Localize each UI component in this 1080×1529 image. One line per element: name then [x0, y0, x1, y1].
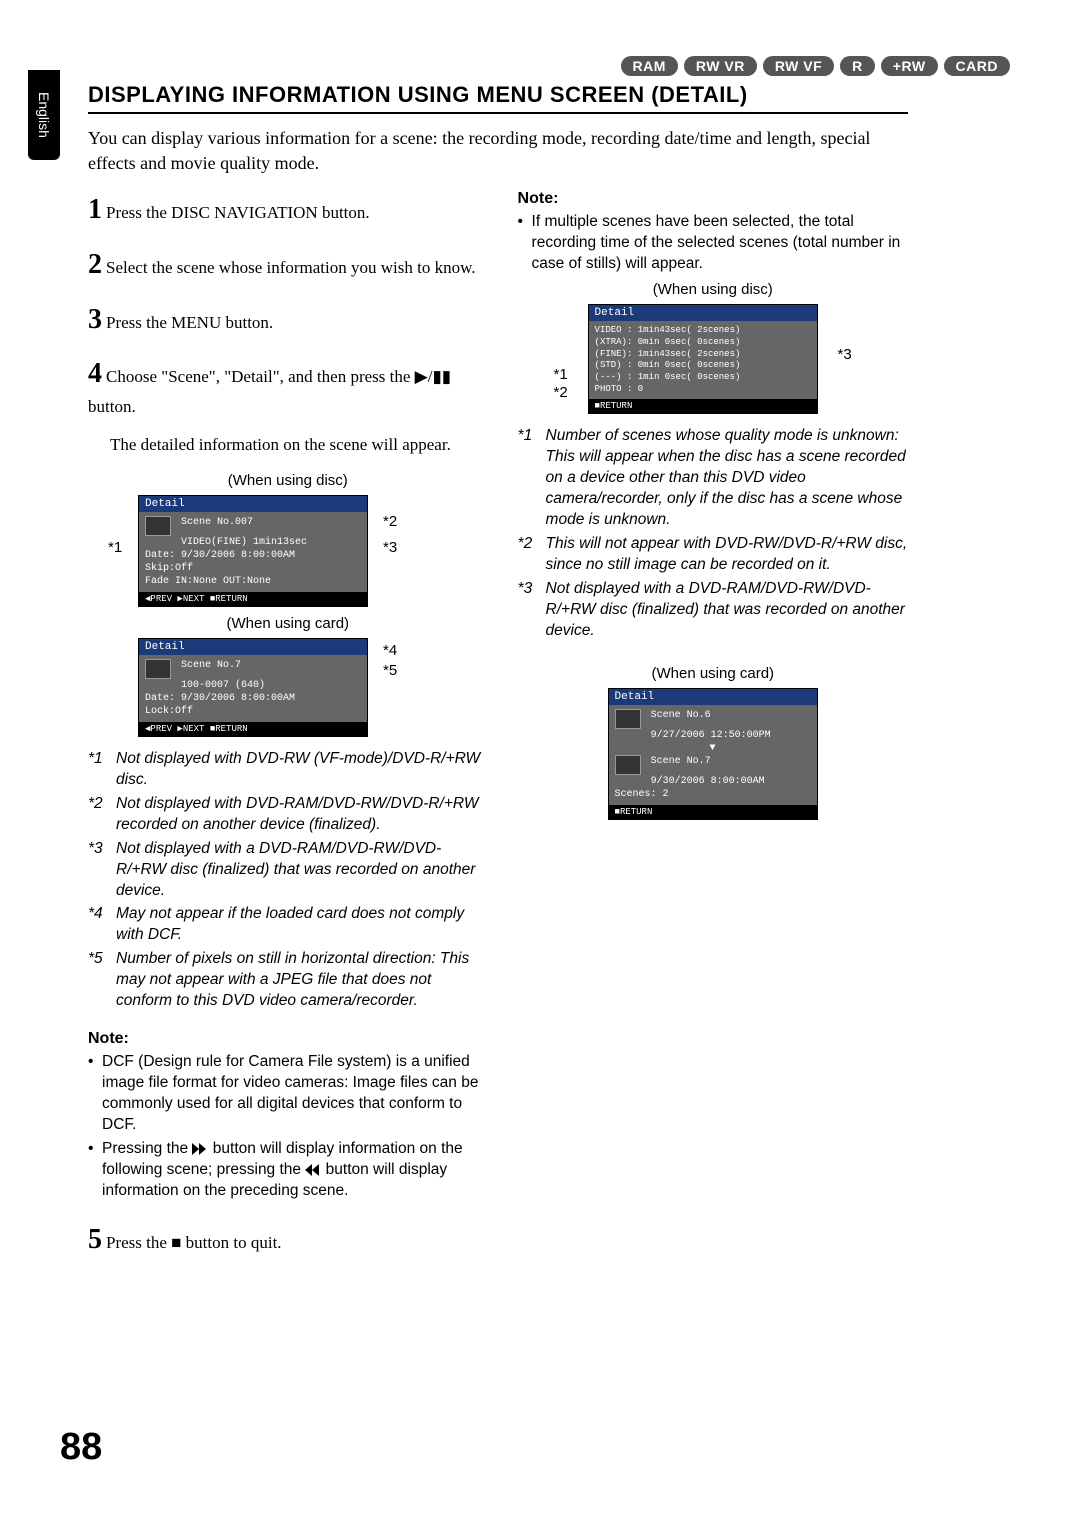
step-1: 1Press the DISC NAVIGATION button. — [88, 190, 488, 231]
panel-line: Scene No.6 — [651, 710, 711, 721]
note-dcf: •DCF (Design rule for Camera File system… — [88, 1052, 488, 1136]
note-r3: *3Not displayed with a DVD-RAM/DVD-RW/DV… — [518, 579, 908, 642]
step-4b: The detailed information on the scene wi… — [88, 433, 488, 458]
panel-line: Fade IN:None OUT:None — [145, 576, 271, 587]
panel-line: (FINE): 1min43sec( 2scenes) — [595, 349, 741, 359]
step-4: 4Choose "Scene", "Detail", and then pres… — [88, 354, 488, 419]
panel-line: Scene No.007 — [181, 517, 253, 528]
annot-r2: *2 — [554, 384, 568, 401]
note-left-5: *5Number of pixels on still in horizonta… — [88, 949, 488, 1012]
annot-2: *2 — [383, 513, 397, 530]
annot-3: *3 — [383, 539, 397, 556]
step-1-text: Press the DISC NAVIGATION button. — [106, 203, 370, 222]
panel-card-single: Detail Scene No.7 100-0007 (640) Date: 9… — [138, 638, 368, 737]
rewind-icon — [305, 1164, 321, 1176]
badge-plusrw: +RW — [881, 56, 938, 76]
panel-line: Scenes: 2 — [615, 789, 669, 800]
thumbnail-icon — [615, 709, 641, 729]
annot-5: *5 — [383, 662, 397, 679]
badge-rwvr: RW VR — [684, 56, 757, 76]
panel-line: (STD) : 0min 0sec( 0scenes) — [595, 360, 741, 370]
annot-r1: *1 — [554, 366, 568, 383]
panel-footer: ■RETURN — [589, 399, 817, 413]
caption-card-left: (When using card) — [88, 615, 488, 632]
note-prevnext: •Pressing the button will display inform… — [88, 1139, 488, 1202]
panel-line: Date: 9/30/2006 8:00:00AM — [145, 550, 295, 561]
panel-line: VIDEO(FINE) 1min13sec — [181, 537, 307, 548]
step-2-text: Select the scene whose information you w… — [106, 258, 476, 277]
panel-disc-single: Detail Scene No.007 VIDEO(FINE) 1min13se… — [138, 495, 368, 607]
caption-card-right: (When using card) — [518, 665, 908, 682]
note-left-2: *2Not displayed with DVD-RAM/DVD-RW/DVD-… — [88, 794, 488, 836]
panel-line: (XTRA): 0min 0sec( 0scenes) — [595, 337, 741, 347]
media-badges: RAM RW VR RW VF R +RW CARD — [621, 56, 1011, 76]
thumbnail-icon — [145, 516, 171, 536]
thumbnail-icon — [145, 659, 171, 679]
step-5-text: Press the ■ button to quit. — [106, 1233, 282, 1252]
panel-line: 9/30/2006 8:00:00AM — [651, 776, 765, 787]
badge-rwvf: RW VF — [763, 56, 834, 76]
panel-card-header: Detail — [139, 639, 367, 655]
note-header-left: Note: — [88, 1030, 488, 1048]
badge-ram: RAM — [621, 56, 678, 76]
note-r2: *2This will not appear with DVD-RW/DVD-R… — [518, 534, 908, 576]
panel-line: Scene No.7 — [651, 756, 711, 767]
thumbnail-icon — [615, 755, 641, 775]
panel-line: PHOTO : 0 — [595, 384, 644, 394]
note-r1: *1Number of scenes whose quality mode is… — [518, 426, 908, 531]
panel-line: Skip:Off — [145, 563, 193, 574]
panel-footer: ■RETURN — [609, 805, 817, 819]
panel-line: Scene No.7 — [181, 660, 241, 671]
step-2: 2Select the scene whose information you … — [88, 245, 488, 286]
fast-forward-icon — [192, 1143, 208, 1155]
panel-header: Detail — [589, 305, 817, 321]
annot-1: *1 — [108, 539, 122, 556]
panel-line: 9/27/2006 12:50:00PM — [651, 730, 771, 741]
note-left-4: *4May not appear if the loaded card does… — [88, 904, 488, 946]
caption-disc-left: (When using disc) — [88, 472, 488, 489]
note-multi: •If multiple scenes have been selected, … — [518, 212, 908, 275]
step-3: 3Press the MENU button. — [88, 300, 488, 341]
panel-line: Lock:Off — [145, 706, 193, 717]
caption-disc-right: (When using disc) — [518, 281, 908, 298]
note-left-1: *1Not displayed with DVD-RW (VF-mode)/DV… — [88, 749, 488, 791]
note-left-3: *3Not displayed with a DVD-RAM/DVD-RW/DV… — [88, 839, 488, 902]
panel-card-multi: Detail Scene No.6 9/27/2006 12:50:00PM ▼… — [608, 688, 818, 820]
step-5: 5Press the ■ button to quit. — [88, 1220, 488, 1261]
panel-footer: ◀PREV ▶NEXT ■RETURN — [139, 722, 367, 736]
page-number: 88 — [60, 1426, 102, 1469]
panel-disc-multi: Detail VIDEO : 1min43sec( 2scenes) (XTRA… — [588, 304, 818, 414]
panel-footer: ◀PREV ▶NEXT ■RETURN — [139, 592, 367, 606]
panel-header: Detail — [609, 689, 817, 705]
badge-card: CARD — [944, 56, 1010, 76]
panel-line: Date: 9/30/2006 8:00:00AM — [145, 693, 295, 704]
language-tab: English — [28, 70, 60, 160]
panel-disc-header: Detail — [139, 496, 367, 512]
badge-r: R — [840, 56, 875, 76]
note-header-right: Note: — [518, 190, 908, 208]
step-4-text: Choose "Scene", "Detail", and then press… — [88, 367, 451, 416]
panel-line: 100-0007 (640) — [181, 680, 265, 691]
intro-text: You can display various information for … — [88, 126, 908, 176]
page-title: DISPLAYING INFORMATION USING MENU SCREEN… — [88, 82, 908, 114]
panel-line: (---) : 1min 0sec( 0scenes) — [595, 372, 741, 382]
annot-r3: *3 — [838, 346, 852, 363]
step-3-text: Press the MENU button. — [106, 313, 273, 332]
annot-4: *4 — [383, 642, 397, 659]
panel-line: VIDEO : 1min43sec( 2scenes) — [595, 325, 741, 335]
